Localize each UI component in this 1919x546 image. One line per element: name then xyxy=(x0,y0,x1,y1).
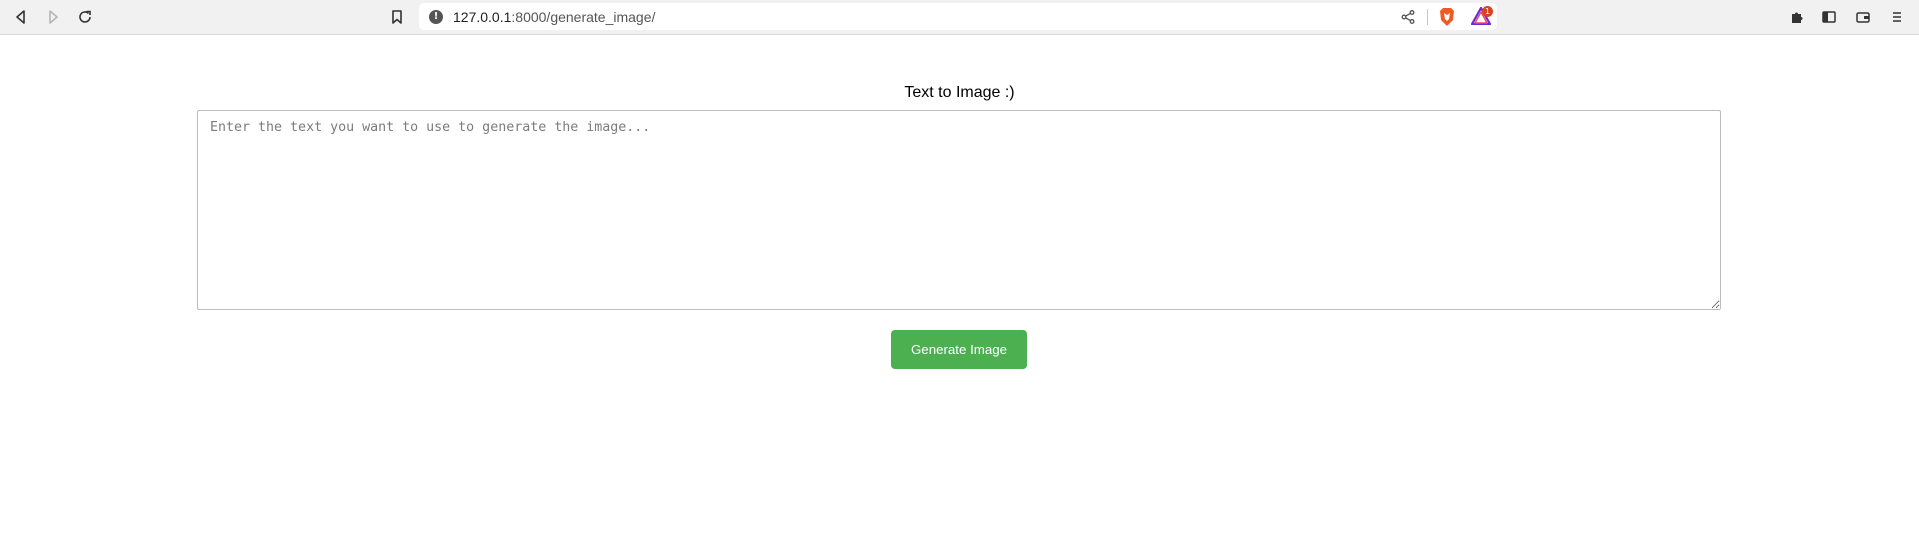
forward-arrow-icon xyxy=(49,10,58,24)
forward-button[interactable] xyxy=(39,3,67,31)
bookmark-button[interactable] xyxy=(383,3,411,31)
menu-icon xyxy=(1893,12,1901,22)
url-separator xyxy=(1427,9,1428,25)
prompt-textarea[interactable] xyxy=(197,110,1721,310)
url-text[interactable]: 127.0.0.1:8000/generate_image/ xyxy=(453,9,655,25)
site-info-icon[interactable]: ! xyxy=(429,10,443,24)
page-content: Text to Image :) Generate Image xyxy=(0,36,1919,546)
extensions-button[interactable] xyxy=(1783,3,1811,31)
share-icon[interactable] xyxy=(1400,9,1416,30)
wallet-icon xyxy=(1856,12,1870,23)
address-bar[interactable]: ! 127.0.0.1:8000/generate_image/ 1 xyxy=(419,3,1497,30)
brave-shields-icon[interactable] xyxy=(1438,7,1456,32)
wallet-button[interactable] xyxy=(1849,3,1877,31)
generate-image-button[interactable]: Generate Image xyxy=(891,330,1027,369)
rewards-badge: 1 xyxy=(1482,6,1493,17)
menu-button[interactable] xyxy=(1883,3,1911,31)
browser-toolbar: ! 127.0.0.1:8000/generate_image/ 1 xyxy=(0,0,1919,35)
back-button[interactable] xyxy=(7,3,35,31)
back-arrow-icon xyxy=(16,10,25,24)
reload-button[interactable] xyxy=(71,3,99,31)
reload-icon xyxy=(79,10,91,23)
page-title: Text to Image :) xyxy=(904,84,1015,101)
extensions-icon xyxy=(1792,12,1803,23)
bookmark-icon xyxy=(392,10,402,24)
sidebar-icon xyxy=(1822,11,1836,23)
url-host: 127.0.0.1 xyxy=(453,9,512,25)
url-path: :8000/generate_image/ xyxy=(511,9,656,25)
sidebar-button[interactable] xyxy=(1815,3,1843,31)
